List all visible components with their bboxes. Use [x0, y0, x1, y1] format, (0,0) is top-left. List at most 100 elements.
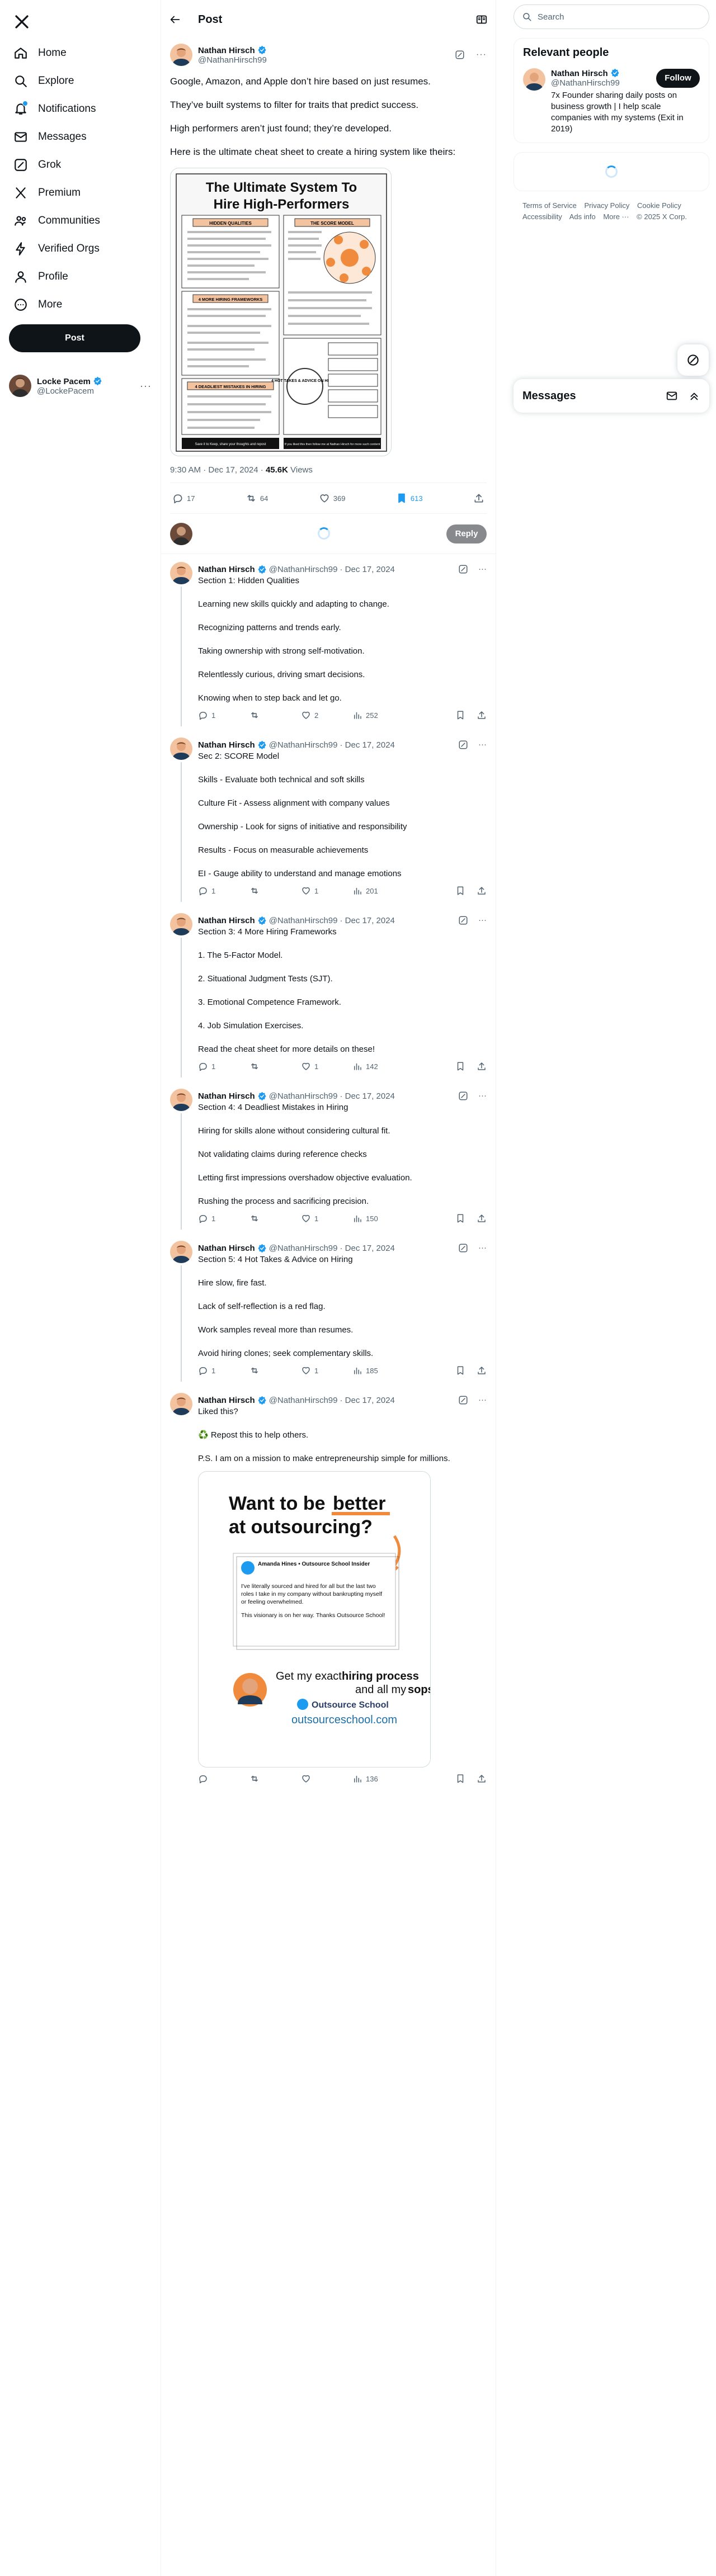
more-options-icon[interactable]: ··· [478, 1395, 487, 1405]
more-options-icon[interactable]: ··· [478, 915, 487, 925]
repost-action[interactable] [249, 1365, 301, 1376]
author-handle[interactable]: @NathanHirsch99 [269, 740, 338, 750]
grok-icon[interactable] [455, 50, 465, 60]
collapse-chevrons-icon[interactable] [688, 390, 700, 402]
like-action[interactable]: 1 [301, 1061, 352, 1071]
bookmark-icon[interactable] [455, 1213, 465, 1223]
repost-action[interactable] [249, 1774, 301, 1784]
author-avatar[interactable] [170, 913, 192, 935]
author-avatar[interactable] [523, 68, 545, 91]
nav-communities[interactable]: Communities [7, 207, 153, 235]
nav-premium[interactable]: Premium [7, 179, 153, 207]
tweet-date[interactable]: · Dec 17, 2024 [340, 1091, 395, 1101]
reply-action[interactable]: 1 [198, 886, 249, 896]
more-options-icon[interactable]: ··· [478, 564, 487, 574]
author-avatar[interactable] [170, 1241, 192, 1263]
author-name[interactable]: Nathan Hirsch [198, 565, 255, 574]
thread-tweet[interactable]: Nathan Hirsch @NathanHirsch99 · Dec 17, … [161, 1393, 496, 1790]
author-avatar[interactable] [170, 738, 192, 760]
share-icon[interactable] [477, 1774, 487, 1784]
nav-explore[interactable]: Explore [7, 67, 153, 95]
tweet-date[interactable]: · Dec 17, 2024 [340, 1396, 395, 1405]
views-action[interactable]: 150 [352, 1213, 404, 1223]
nav-home[interactable]: Home [7, 39, 153, 67]
tweet-date[interactable]: · Dec 17, 2024 [340, 565, 395, 574]
share-icon[interactable] [477, 1365, 487, 1376]
footer-link[interactable]: Privacy Policy [584, 201, 629, 210]
nav-more[interactable]: More [7, 291, 153, 319]
grok-icon[interactable] [458, 740, 468, 750]
author-name[interactable]: Nathan Hirsch [198, 740, 255, 750]
author-name[interactable]: Nathan Hirsch [198, 1244, 255, 1253]
nav-verified-orgs[interactable]: Verified Orgs [7, 235, 153, 263]
share-action[interactable] [473, 493, 484, 504]
account-switcher[interactable]: Locke Pacem @LockePacem ··· [9, 369, 152, 403]
thread-tweet[interactable]: Nathan Hirsch @NathanHirsch99 · Dec 17, … [161, 1241, 496, 1382]
author-avatar[interactable] [170, 1393, 192, 1415]
reply-action[interactable]: 1 [198, 710, 249, 720]
more-options-icon[interactable]: ··· [478, 1243, 487, 1253]
bookmark-icon[interactable] [455, 1774, 465, 1784]
footer-link[interactable]: Accessibility [522, 212, 562, 221]
repost-action[interactable] [249, 886, 301, 896]
share-icon[interactable] [477, 1213, 487, 1223]
reply-action[interactable]: 1 [198, 1365, 249, 1376]
views-action[interactable]: 252 [352, 710, 404, 720]
thread-tweet[interactable]: Nathan Hirsch @NathanHirsch99 · Dec 17, … [161, 1089, 496, 1230]
reply-action[interactable]: 1 [198, 1061, 249, 1071]
footer-link[interactable]: Terms of Service [522, 201, 577, 210]
author-handle[interactable]: @NathanHirsch99 [269, 1396, 338, 1405]
like-action[interactable]: 2 [301, 710, 352, 720]
author-name[interactable]: Nathan Hirsch [198, 1091, 255, 1101]
thread-tweet[interactable]: Nathan Hirsch @NathanHirsch99 · Dec 17, … [161, 913, 496, 1077]
person-name[interactable]: Nathan Hirsch [551, 69, 608, 78]
nav-messages[interactable]: Messages [7, 123, 153, 151]
bookmark-icon[interactable] [455, 710, 465, 720]
relevant-person[interactable]: Nathan Hirsch @NathanHirsch99 Follow 7x … [523, 68, 700, 135]
like-action[interactable]: 369 [319, 493, 345, 504]
share-icon[interactable] [477, 1061, 487, 1071]
tweet-date[interactable]: · Dec 17, 2024 [340, 916, 395, 925]
footer-link[interactable]: More ··· [603, 212, 629, 221]
reply-action[interactable]: 17 [172, 493, 195, 504]
repost-action[interactable] [249, 1061, 301, 1071]
nav-profile[interactable]: Profile [7, 263, 153, 291]
nav-notifications[interactable]: Notifications [7, 95, 153, 123]
repost-action[interactable] [249, 710, 301, 720]
reader-icon[interactable] [475, 13, 488, 26]
post-time[interactable]: 9:30 AM · Dec 17, 2024 · [170, 465, 263, 475]
grok-floating-button[interactable] [677, 344, 709, 376]
reply-action[interactable] [198, 1774, 249, 1784]
new-message-icon[interactable] [666, 390, 678, 402]
bookmark-action[interactable]: 613 [396, 493, 423, 504]
nav-grok[interactable]: Grok [7, 151, 153, 179]
x-logo-icon[interactable] [13, 13, 30, 30]
views-action[interactable]: 201 [352, 886, 404, 896]
author-handle[interactable]: @NathanHirsch99 [269, 565, 338, 574]
grok-icon[interactable] [458, 1243, 468, 1253]
grok-icon[interactable] [458, 915, 468, 925]
views-action[interactable]: 142 [352, 1061, 404, 1071]
share-icon[interactable] [477, 886, 487, 896]
repost-action[interactable]: 64 [246, 493, 268, 504]
grok-icon[interactable] [458, 1395, 468, 1405]
search-box[interactable]: Search [514, 4, 709, 29]
more-options-icon[interactable]: ··· [478, 1091, 487, 1101]
tweet-date[interactable]: · Dec 17, 2024 [340, 1244, 395, 1253]
follow-button[interactable]: Follow [656, 68, 700, 88]
repost-action[interactable] [249, 1213, 301, 1223]
like-action[interactable]: 1 [301, 1365, 352, 1376]
bookmark-icon[interactable] [455, 886, 465, 896]
author-handle[interactable]: @NathanHirsch99 [198, 55, 267, 65]
author-avatar[interactable] [170, 1089, 192, 1111]
more-options-icon[interactable]: ··· [478, 740, 487, 750]
person-handle[interactable]: @NathanHirsch99 [551, 78, 656, 88]
thread-tweet[interactable]: Nathan Hirsch @NathanHirsch99 · Dec 17, … [161, 738, 496, 902]
share-icon[interactable] [477, 710, 487, 720]
footer-link[interactable]: Ads info [569, 212, 596, 221]
views-action[interactable]: 185 [352, 1365, 404, 1376]
views-action[interactable]: 136 [352, 1774, 404, 1784]
author-handle[interactable]: @NathanHirsch99 [269, 916, 338, 925]
like-action[interactable]: 1 [301, 886, 352, 896]
promo-image[interactable]: Want to be better at outsourcing? Amanda… [198, 1471, 431, 1767]
